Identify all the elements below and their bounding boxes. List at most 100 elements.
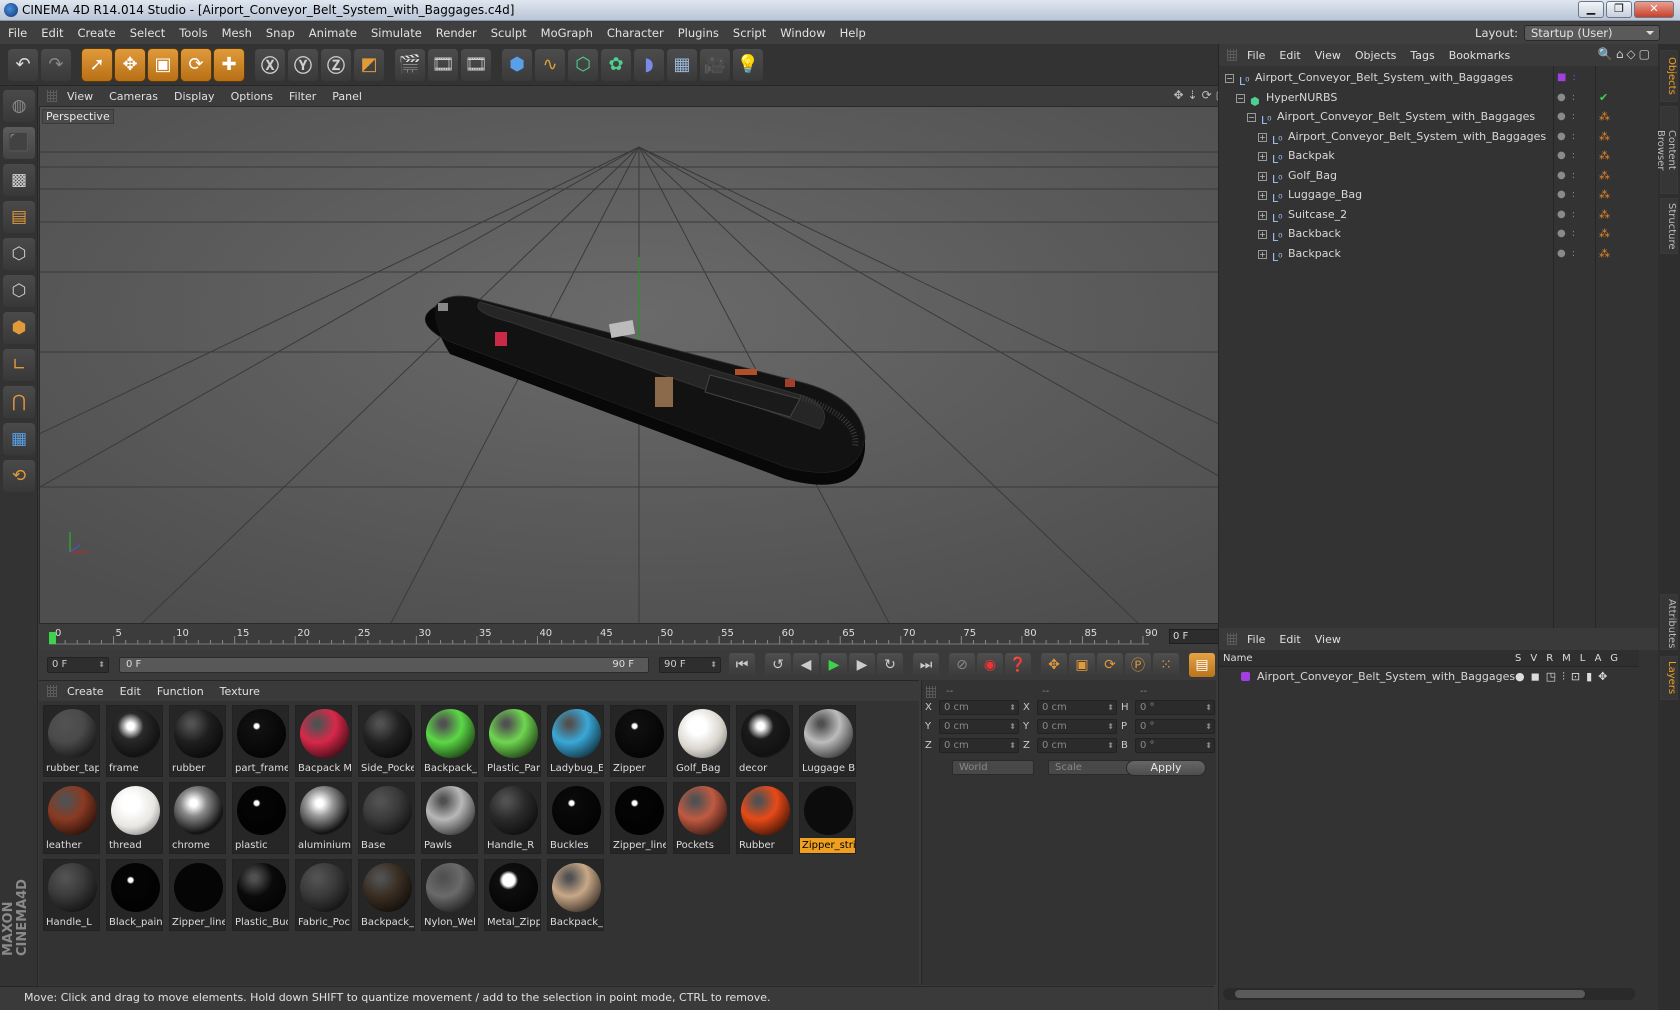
texture-tag-icon[interactable]: ⁂ <box>1599 205 1610 225</box>
material-swatch[interactable]: Zipper_stri <box>799 782 856 854</box>
go-to-start-button[interactable]: ⏮ <box>729 653 755 677</box>
object-row[interactable]: − ⬢ HyperNURBS ●: ✔ <box>1219 88 1659 108</box>
nurbs-button[interactable]: ⬡ <box>568 48 598 81</box>
coord-value-field[interactable]: 0 ° <box>1135 719 1215 734</box>
material-swatch[interactable]: Zipper <box>610 705 667 777</box>
object-manager-nav-icons[interactable]: 🔍⌂◇▢ <box>1598 47 1653 61</box>
menu-window[interactable]: Window <box>780 26 825 40</box>
visibility-dots-icon[interactable]: ●: <box>1557 146 1581 166</box>
material-swatch[interactable]: Zipper_line <box>169 859 226 931</box>
object-row[interactable]: + L⁰ Backback ●: ⁂ <box>1219 224 1659 244</box>
layer-menu-edit[interactable]: Edit <box>1279 633 1300 646</box>
material-swatch[interactable]: thread <box>106 782 163 854</box>
coord-value-field[interactable]: 0 cm <box>1037 719 1117 734</box>
menu-mograph[interactable]: MoGraph <box>541 26 593 40</box>
tab-layers[interactable]: Layers <box>1660 656 1678 700</box>
texture-tag-icon[interactable]: ⁂ <box>1599 224 1610 244</box>
viewport-menu-panel[interactable]: Panel <box>332 90 362 103</box>
deformer-button[interactable]: ◗ <box>634 48 664 81</box>
material-swatch[interactable]: Base <box>358 782 415 854</box>
timeline-ruler[interactable]: 0 5 10 15 20 25 30 35 40 45 50 55 60 65 70 75 80 85 90 0 F <box>39 624 1237 650</box>
render-picture-viewer-button[interactable]: 🎞 <box>428 48 458 81</box>
coord-value-field[interactable]: 0 ° <box>1135 738 1215 753</box>
material-swatch[interactable]: Nylon_Wel <box>421 859 478 931</box>
material-swatch[interactable]: Zipper_line <box>610 782 667 854</box>
collapse-icon[interactable]: − <box>1236 93 1245 103</box>
start-frame-field[interactable]: 0 F ⬍ <box>47 657 109 673</box>
undo-button[interactable]: ↶ <box>8 48 38 81</box>
object-menu-file[interactable]: File <box>1247 49 1265 62</box>
object-menu-view[interactable]: View <box>1315 49 1341 62</box>
material-swatch[interactable]: rubber <box>169 705 226 777</box>
menu-help[interactable]: Help <box>840 26 866 40</box>
material-swatch[interactable]: Backpack_S <box>421 705 478 777</box>
enabled-check-icon[interactable]: ✔ <box>1599 88 1608 108</box>
x-axis-lock-button[interactable]: Ⓧ <box>255 48 285 81</box>
material-swatch[interactable]: chrome <box>169 782 226 854</box>
material-swatch[interactable]: Buckles <box>547 782 604 854</box>
coord-value-field[interactable]: 0 ° <box>1135 700 1215 715</box>
material-menu-create[interactable]: Create <box>67 685 104 698</box>
viewport-menu-filter[interactable]: Filter <box>289 90 316 103</box>
material-swatch[interactable]: Metal_Zipp <box>484 859 541 931</box>
tab-attributes[interactable]: Attributes <box>1660 594 1678 650</box>
layout-select[interactable]: Startup (User) <box>1524 25 1660 41</box>
layer-menu-view[interactable]: View <box>1315 633 1341 646</box>
object-row[interactable]: + L⁰ Luggage_Bag ●: ⁂ <box>1219 185 1659 205</box>
visibility-dots-icon[interactable]: ●: <box>1557 244 1581 264</box>
tab-structure[interactable]: Structure <box>1660 198 1678 254</box>
floor-button[interactable]: ▦ <box>667 48 697 81</box>
texture-tag-icon[interactable]: ⁂ <box>1599 244 1610 264</box>
make-editable-button[interactable]: ◍ <box>3 90 35 122</box>
camera-button[interactable]: 🎥 <box>700 48 730 81</box>
render-view-button[interactable]: 🎬 <box>395 48 425 81</box>
menu-sculpt[interactable]: Sculpt <box>491 26 527 40</box>
perspective-viewport[interactable]: Perspective <box>39 106 1237 624</box>
coord-value-field[interactable]: 0 cm <box>939 738 1019 753</box>
menu-snap[interactable]: Snap <box>266 26 295 40</box>
texture-mode-button[interactable]: ▩ <box>3 164 35 196</box>
coord-value-field[interactable]: 0 cm <box>939 719 1019 734</box>
workplane-mode-button[interactable]: ▤ <box>3 201 35 233</box>
visibility-dots-icon[interactable]: ■: <box>1557 68 1582 88</box>
z-axis-lock-button[interactable]: Ⓩ <box>321 48 351 81</box>
minimize-button[interactable]: ▁ <box>1578 1 1604 18</box>
layer-flag-icons[interactable]: ●◼◳⫶⊡▮✥ <box>1515 668 1613 686</box>
collapse-icon[interactable]: − <box>1225 74 1234 83</box>
model-mode-button[interactable]: ⬛ <box>3 127 35 159</box>
material-swatch[interactable]: plastic <box>232 782 289 854</box>
autokey-button[interactable]: ◉ <box>977 653 1003 677</box>
texture-tag-icon[interactable]: ⁂ <box>1599 166 1610 186</box>
material-swatch[interactable]: Handle_R <box>484 782 541 854</box>
menu-animate[interactable]: Animate <box>309 26 357 40</box>
visibility-dots-icon[interactable]: ●: <box>1557 224 1581 244</box>
menu-tools[interactable]: Tools <box>179 26 207 40</box>
visibility-dots-icon[interactable]: ●: <box>1557 205 1581 225</box>
material-swatch[interactable]: Backpack_I <box>547 859 604 931</box>
playhead-marker[interactable] <box>49 632 56 644</box>
expand-icon[interactable]: + <box>1258 152 1267 161</box>
object-row[interactable]: + L⁰ Golf_Bag ●: ⁂ <box>1219 166 1659 186</box>
material-swatch[interactable]: leather <box>43 782 100 854</box>
light-button[interactable]: 💡 <box>733 48 763 81</box>
material-swatch[interactable]: Fabric_Poc <box>295 859 352 931</box>
layer-horizontal-scrollbar[interactable] <box>1223 988 1635 1000</box>
go-to-end-button[interactable]: ⏭ <box>913 653 939 677</box>
material-swatch[interactable]: Side_Pocke <box>358 705 415 777</box>
material-swatch[interactable]: Handle_L <box>43 859 100 931</box>
visibility-dots-icon[interactable]: ●: <box>1557 166 1581 186</box>
coord-value-field[interactable]: 0 cm <box>1037 738 1117 753</box>
material-swatch[interactable]: frame <box>106 705 163 777</box>
points-mode-button[interactable]: ⬡ <box>3 238 35 270</box>
layer-menu-file[interactable]: File <box>1247 633 1265 646</box>
visibility-dots-icon[interactable]: ●: <box>1557 127 1581 147</box>
array-button[interactable]: ✿ <box>601 48 631 81</box>
key-rotation-button[interactable]: ⟳ <box>1097 653 1123 677</box>
menu-file[interactable]: File <box>8 26 27 40</box>
material-swatch[interactable]: Rubber <box>736 782 793 854</box>
coordinate-system-button[interactable]: ◩ <box>354 48 384 81</box>
material-swatch[interactable]: Plastic_Buc <box>232 859 289 931</box>
object-row[interactable]: − L⁰ Airport_Conveyor_Belt_System_with_Bag… <box>1219 107 1659 127</box>
material-swatch[interactable]: Black_pain <box>106 859 163 931</box>
viewport-camera-label[interactable]: Perspective <box>42 109 114 124</box>
